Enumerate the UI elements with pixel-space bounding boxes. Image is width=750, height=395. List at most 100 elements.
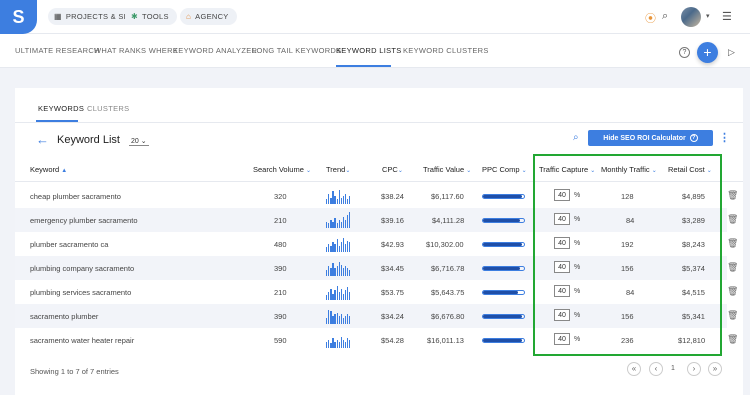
trend-sparkline: [326, 212, 352, 228]
highlight-box: [533, 154, 722, 356]
delete-icon[interactable]: 🗑: [727, 238, 738, 249]
ppc-comp-bar: [482, 338, 525, 343]
subnav-ultimate-research[interactable]: ULTIMATE RESEARCH: [15, 46, 100, 55]
subnav-keyword-clusters[interactable]: KEYWORD CLUSTERS: [403, 46, 489, 55]
col-keyword-label: Keyword: [30, 165, 60, 174]
trend-sparkline: [326, 332, 352, 348]
ppc-comp-fill: [483, 243, 522, 246]
search-volume-cell: 210: [274, 288, 287, 297]
search-volume-cell: 590: [274, 336, 287, 345]
subnav-keyword-lists[interactable]: KEYWORD LISTS: [336, 46, 402, 55]
hide-roi-calculator-button[interactable]: Hide SEO ROI Calculator ?: [588, 130, 713, 146]
col-search-volume-label: Search Volume: [253, 165, 304, 174]
col-search-volume[interactable]: Search Volume ⌄: [253, 165, 311, 174]
grid-icon: ▦: [54, 12, 62, 21]
traffic-value-cell: $6,117.60: [431, 192, 464, 201]
next-page-button[interactable]: ›: [687, 362, 701, 376]
page-size-value: 20: [131, 138, 139, 145]
col-trend-label: Trend: [326, 165, 346, 174]
add-button[interactable]: +: [697, 42, 718, 63]
ppc-comp-bar: [482, 314, 525, 319]
chevron-down-icon[interactable]: ▾: [706, 12, 710, 20]
keyword-cell[interactable]: plumbing company sacramento: [30, 264, 134, 273]
trend-sparkline: [326, 308, 352, 324]
col-trend[interactable]: Trend⌄: [326, 165, 350, 174]
last-page-button[interactable]: »: [708, 362, 722, 376]
subnav-what-ranks-where[interactable]: WHAT RANKS WHERE: [94, 46, 178, 55]
ppc-comp-fill: [483, 195, 522, 198]
keyword-cell[interactable]: sacramento plumber: [30, 312, 98, 321]
tab-clusters[interactable]: CLUSTERS: [87, 104, 129, 113]
trend-bar: [349, 340, 351, 348]
trend-sparkline: [326, 236, 352, 252]
nav-agency-label: AGENCY: [195, 12, 229, 21]
nav-agency[interactable]: ⌂ AGENCY: [180, 8, 237, 25]
col-traffic-value-label: Traffic Value: [423, 165, 465, 174]
ppc-comp-fill: [483, 339, 522, 342]
search-icon[interactable]: ⌕: [662, 10, 668, 23]
page-title: Keyword List: [57, 134, 120, 146]
more-options-icon[interactable]: ⋮: [719, 131, 730, 144]
cpc-cell: $34.24: [381, 312, 404, 321]
delete-icon[interactable]: 🗑: [727, 310, 738, 321]
search-volume-cell: 480: [274, 240, 287, 249]
location-pin-icon[interactable]: ⦿: [645, 10, 656, 26]
search-volume-cell: 390: [274, 312, 287, 321]
keyword-cell[interactable]: sacramento water heater repair: [30, 336, 134, 345]
col-ppc-comp-label: PPC Comp: [482, 165, 520, 174]
tools-icon: ✱: [131, 12, 139, 21]
divider: [15, 122, 743, 123]
ppc-comp-fill: [483, 267, 520, 270]
col-ppc-comp[interactable]: PPC Comp ⌄: [482, 165, 527, 174]
cpc-cell: $53.75: [381, 288, 404, 297]
trend-sparkline: [326, 284, 352, 300]
col-keyword[interactable]: Keyword ▲: [30, 165, 67, 174]
traffic-value-cell: $10,302.00: [426, 240, 464, 249]
cpc-cell: $34.45: [381, 264, 404, 273]
current-page[interactable]: 1: [671, 365, 675, 372]
delete-icon[interactable]: 🗑: [727, 334, 738, 345]
table-search-icon[interactable]: ⌕: [573, 132, 579, 143]
app-logo[interactable]: S: [0, 0, 37, 34]
traffic-value-cell: $4,111.28: [432, 216, 465, 225]
help-icon: ?: [689, 134, 698, 142]
cpc-cell: $54.28: [381, 336, 404, 345]
agency-icon: ⌂: [186, 12, 192, 21]
user-avatar[interactable]: [681, 7, 701, 27]
sort-icon: ⌄: [521, 168, 527, 174]
trend-bar: [349, 196, 351, 204]
first-page-button[interactable]: «: [627, 362, 641, 376]
play-icon[interactable]: ▷: [728, 47, 735, 58]
keyword-cell[interactable]: plumber sacramento ca: [30, 240, 108, 249]
subnav-keyword-analyzer[interactable]: KEYWORD ANALYZER: [173, 46, 257, 55]
col-cpc[interactable]: CPC⌄: [382, 165, 403, 174]
traffic-value-cell: $6,716.78: [431, 264, 465, 273]
back-arrow-icon[interactable]: ←: [36, 132, 49, 147]
trend-sparkline: [326, 188, 352, 204]
prev-page-button[interactable]: ‹: [649, 362, 663, 376]
keyword-cell[interactable]: emergency plumber sacramento: [30, 216, 138, 225]
ppc-comp-bar: [482, 266, 525, 271]
sort-icon: ⌄: [466, 168, 472, 174]
nav-tools-label: TOOLS: [142, 12, 169, 21]
cpc-cell: $42.93: [381, 240, 404, 249]
active-tab-indicator: [336, 65, 391, 67]
subnav-long-tail-keywords[interactable]: LONG TAIL KEYWORDS: [252, 46, 341, 55]
delete-icon[interactable]: 🗑: [727, 190, 738, 201]
roi-button-label: Hide SEO ROI Calculator: [603, 134, 686, 142]
delete-icon[interactable]: 🗑: [727, 214, 738, 225]
delete-icon[interactable]: 🗑: [727, 286, 738, 297]
ppc-comp-bar: [482, 218, 525, 223]
delete-icon[interactable]: 🗑: [727, 262, 738, 273]
ppc-comp-bar: [482, 290, 525, 295]
trend-bar: [349, 316, 351, 324]
page-size-select[interactable]: 20 ⌄: [129, 137, 149, 146]
nav-tools[interactable]: ✱ TOOLS: [125, 8, 177, 25]
keyword-cell[interactable]: cheap plumber sacramento: [30, 192, 121, 201]
trend-bar: [349, 212, 351, 228]
help-icon[interactable]: ?: [679, 47, 690, 58]
col-traffic-value[interactable]: Traffic Value ⌄: [423, 165, 471, 174]
menu-icon[interactable]: ☰: [722, 10, 732, 23]
tab-keywords[interactable]: KEYWORDS: [38, 104, 84, 113]
keyword-cell[interactable]: plumbing services sacramento: [30, 288, 131, 297]
